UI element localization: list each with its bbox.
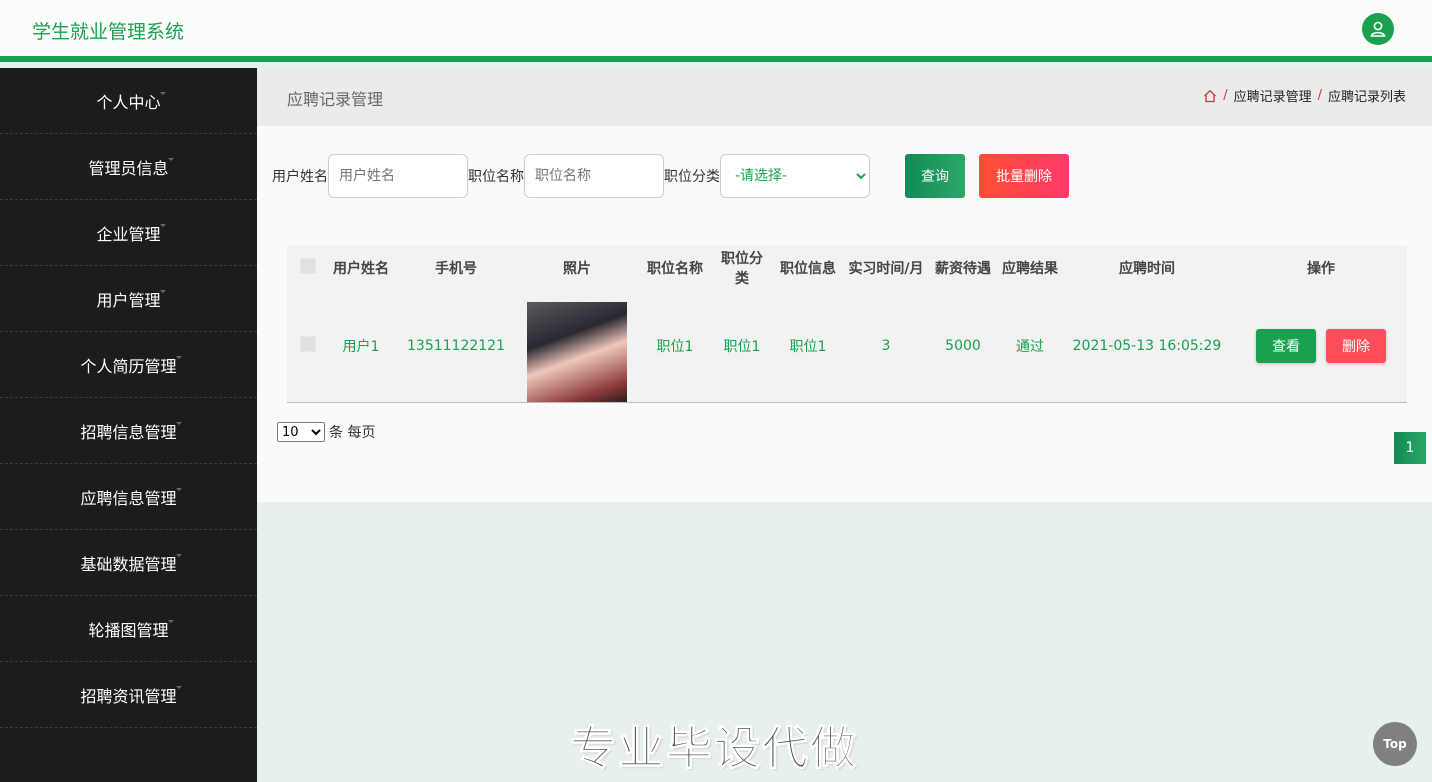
column-header: 照片	[563, 261, 591, 277]
sidebar-item-news[interactable]: 招聘资讯管理	[0, 662, 257, 728]
column-header: 操作	[1307, 261, 1335, 277]
sidebar-item-application-info[interactable]: 应聘信息管理	[0, 464, 257, 530]
column-header: 薪资待遇	[935, 261, 991, 277]
chevron-down-icon	[160, 224, 166, 227]
user-photo	[527, 302, 627, 402]
chevron-down-icon	[176, 356, 182, 359]
position-name-input[interactable]	[524, 154, 664, 198]
top-bar: 学生就业管理系统	[0, 0, 1432, 62]
position-label: 职位名称	[468, 169, 524, 185]
column-header: 职位分类	[721, 251, 763, 287]
sidebar-item-personal-center[interactable]: 个人中心	[0, 68, 257, 134]
username-label: 用户姓名	[272, 169, 328, 185]
chevron-down-icon	[168, 620, 174, 623]
delete-button[interactable]: 删除	[1326, 329, 1386, 363]
breadcrumb: / 应聘记录管理 / 应聘记录列表	[1203, 86, 1406, 105]
category-label: 职位分类	[664, 169, 720, 185]
sidebar-item-label: 个人简历管理	[80, 356, 177, 376]
sidebar-item-label: 招聘信息管理	[80, 422, 177, 442]
select-all-checkbox[interactable]	[300, 258, 316, 274]
sidebar-item-carousel[interactable]: 轮播图管理	[0, 596, 257, 662]
cell-position-category: 职位1	[723, 339, 761, 355]
chevron-down-icon	[168, 158, 174, 161]
records-table: 用户姓名 手机号 照片 职位名称 职位分类 职位信息 实习时间/月 薪资待遇 应…	[287, 246, 1407, 403]
page-number-button[interactable]: 1	[1394, 432, 1426, 464]
content-panel: 用户姓名 职位名称 职位分类 -请选择- 查询 批量删除 用户姓名 手机号 照片…	[257, 126, 1432, 502]
table-row: 用户1 13511122121 职位1 职位1 职位1 3 5000 通过 20…	[287, 290, 1407, 402]
column-header: 应聘结果	[1002, 261, 1058, 277]
chevron-down-icon	[176, 488, 182, 491]
sidebar-item-label: 招聘资讯管理	[80, 686, 177, 706]
sidebar: 个人中心 管理员信息 企业管理 用户管理 个人简历管理 招聘信息管理 应聘信息管…	[0, 68, 257, 782]
column-header: 职位信息	[780, 261, 836, 277]
sidebar-item-label: 轮播图管理	[88, 620, 169, 640]
sidebar-item-label: 个人中心	[96, 92, 161, 112]
sidebar-item-label: 应聘信息管理	[80, 488, 177, 508]
page-size-label: 条 每页	[329, 425, 376, 441]
row-checkbox[interactable]	[300, 336, 316, 352]
watermark-text: 专业毕设代做	[570, 721, 858, 776]
chevron-down-icon	[176, 422, 182, 425]
category-select[interactable]: -请选择-	[720, 154, 870, 198]
page-size-select[interactable]: 10	[277, 422, 325, 442]
sidebar-item-user-management[interactable]: 用户管理	[0, 266, 257, 332]
home-icon[interactable]	[1203, 89, 1217, 103]
page-title: 应聘记录管理	[287, 90, 384, 109]
cell-phone: 13511122121	[407, 338, 505, 354]
column-header: 实习时间/月	[848, 261, 924, 277]
username-input[interactable]	[328, 154, 468, 198]
main-content: 应聘记录管理 / 应聘记录管理 / 应聘记录列表 用户姓名 职位名称 职位分类 …	[257, 68, 1432, 502]
column-header: 手机号	[435, 261, 477, 277]
sidebar-item-base-data[interactable]: 基础数据管理	[0, 530, 257, 596]
app-title: 学生就业管理系统	[32, 21, 185, 43]
chevron-down-icon	[160, 92, 166, 95]
sidebar-item-label: 基础数据管理	[80, 554, 177, 574]
sidebar-item-label: 用户管理	[96, 290, 161, 310]
chevron-down-icon	[160, 290, 166, 293]
breadcrumb-item[interactable]: 应聘记录管理	[1234, 86, 1312, 105]
query-button[interactable]: 查询	[905, 154, 965, 198]
sidebar-item-admin-info[interactable]: 管理员信息	[0, 134, 257, 200]
cell-internship-months: 3	[881, 338, 891, 354]
page-header: 应聘记录管理 / 应聘记录管理 / 应聘记录列表	[257, 68, 1432, 126]
cell-position-info: 职位1	[789, 339, 827, 355]
chevron-down-icon	[176, 554, 182, 557]
table-header-row: 用户姓名 手机号 照片 职位名称 职位分类 职位信息 实习时间/月 薪资待遇 应…	[287, 246, 1407, 290]
cell-username: 用户1	[342, 339, 380, 355]
search-form: 用户姓名 职位名称 职位分类 -请选择- 查询 批量删除	[272, 154, 1069, 198]
user-avatar-button[interactable]	[1362, 13, 1394, 45]
breadcrumb-separator: /	[1317, 88, 1322, 103]
cell-salary: 5000	[945, 338, 981, 354]
sidebar-item-company-management[interactable]: 企业管理	[0, 200, 257, 266]
sidebar-item-label: 管理员信息	[88, 158, 169, 178]
page-size-control: 10 条 每页	[277, 422, 375, 442]
back-to-top-button[interactable]: Top	[1373, 722, 1417, 766]
column-header: 用户姓名	[333, 261, 389, 277]
chevron-down-icon	[176, 686, 182, 689]
sidebar-item-label: 企业管理	[96, 224, 161, 244]
sidebar-item-recruitment-info[interactable]: 招聘信息管理	[0, 398, 257, 464]
batch-delete-button[interactable]: 批量删除	[979, 154, 1069, 198]
breadcrumb-separator: /	[1223, 88, 1228, 103]
cell-position-name: 职位1	[656, 339, 694, 355]
cell-apply-time: 2021-05-13 16:05:29	[1072, 338, 1222, 354]
view-button[interactable]: 查看	[1256, 329, 1316, 363]
user-icon	[1370, 21, 1386, 37]
column-header: 应聘时间	[1119, 261, 1175, 277]
cell-result: 通过	[1016, 339, 1044, 355]
breadcrumb-item: 应聘记录列表	[1327, 90, 1406, 105]
cell-actions: 查看 删除	[1235, 329, 1407, 363]
sidebar-item-resume-management[interactable]: 个人简历管理	[0, 332, 257, 398]
column-header: 职位名称	[647, 261, 703, 277]
